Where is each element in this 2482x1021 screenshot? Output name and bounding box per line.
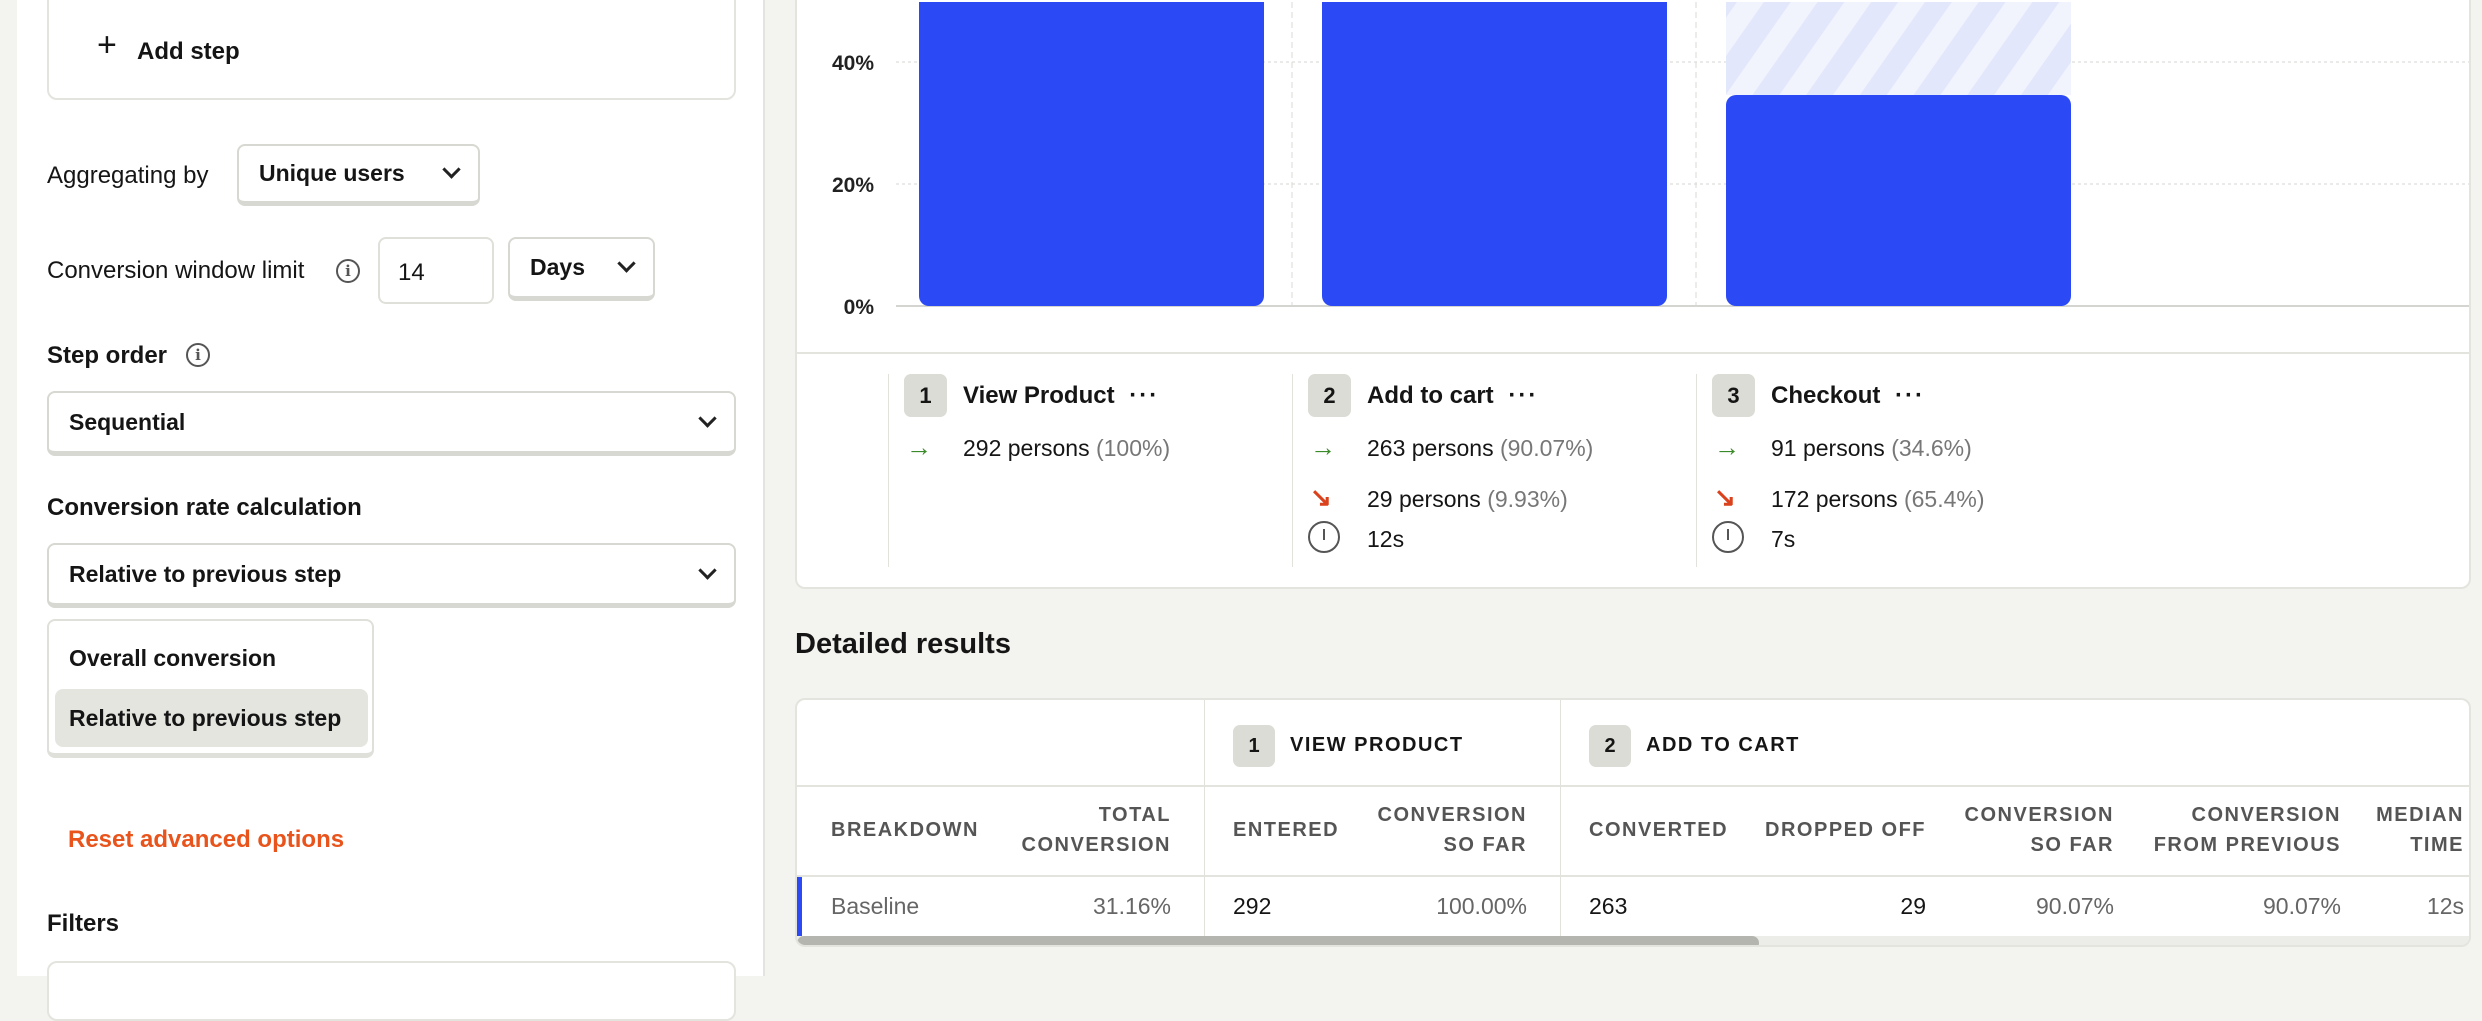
column-header[interactable]: CONVERSION FROM PREVIOUS (2154, 800, 2341, 860)
table-cell: 31.16% (1092, 893, 1171, 919)
chevron-down-icon (617, 254, 636, 273)
funnel-bar-chart: 0% 20% 40% (832, 2, 2469, 319)
table-cell: Baseline (831, 893, 920, 919)
column-header[interactable]: MEDIAN TIME (2376, 800, 2464, 860)
table-cell: 90.07% (2262, 893, 2341, 919)
more-icon[interactable]: ··· (1508, 382, 1538, 409)
y-tick-label: 0% (844, 296, 875, 319)
bar-view-product (919, 2, 1264, 306)
window-input[interactable]: 14 (378, 237, 494, 304)
aggregating-label: Aggregating by (47, 162, 209, 189)
arrow-right-icon: → (906, 432, 932, 462)
calc-value: Relative to previous step (69, 560, 342, 587)
clock-icon (1712, 521, 1744, 553)
table-cell: 263 (1589, 893, 1628, 919)
horizontal-scrollbar[interactable] (797, 936, 2469, 945)
results-table: 1 VIEW PRODUCT 2 ADD TO CART BREAKDOWN Baseli… (795, 698, 2471, 947)
aggregating-dropdown[interactable]: Unique users (237, 144, 480, 206)
window-unit-value: Days (530, 254, 585, 280)
window-label: Conversion window limit (47, 257, 305, 284)
step-name: Checkout ··· (1771, 382, 1925, 409)
table-cell: 12s (2426, 893, 2464, 919)
arrow-right-icon: → (1310, 432, 1336, 462)
more-icon[interactable]: ··· (1129, 382, 1159, 409)
bar-add-to-cart (1322, 2, 1667, 306)
chart-divider (797, 352, 2469, 354)
table-cell: 100.00% (1436, 893, 1527, 919)
group-header: VIEW PRODUCT (1290, 734, 1464, 756)
step-separator (1292, 374, 1293, 567)
reset-advanced-link[interactable]: Reset advanced options (68, 826, 344, 854)
detailed-results-title: Detailed results (795, 628, 1011, 660)
arrow-down-right-icon: ↘ (1310, 482, 1332, 512)
dropoff-hatch (1726, 2, 2071, 95)
column-header[interactable]: CONVERSION SO FAR (1378, 800, 1527, 860)
chevron-down-icon (442, 160, 461, 179)
info-icon[interactable]: i (336, 259, 360, 283)
table-cell: 29 (1900, 893, 1926, 919)
column-header[interactable]: CONVERSION SO FAR (1965, 800, 2114, 860)
menu-item-overall[interactable]: Overall conversion (69, 645, 276, 672)
info-icon[interactable]: i (186, 343, 210, 367)
step-separator (1696, 374, 1697, 567)
scrollbar-thumb[interactable] (797, 936, 1759, 945)
column-header[interactable]: ENTERED (1233, 815, 1339, 845)
group-number-badge: 1 (1233, 725, 1275, 767)
median-time: 7s (1771, 526, 1796, 552)
more-icon[interactable]: ··· (1895, 382, 1925, 409)
converted-count: 292 persons (100%) (963, 435, 1171, 461)
add-step-button[interactable]: Add step (137, 38, 240, 66)
series-color-marker (797, 877, 802, 936)
funnel-chart-card: 0% 20% 40% 1 View Product ··· → 292 person… (795, 0, 2471, 589)
step-order-label: Step order (47, 342, 168, 369)
step-number-badge: 3 (1712, 374, 1755, 417)
group-number-badge: 2 (1589, 725, 1631, 767)
bar-checkout (1726, 94, 2071, 306)
aggregating-value: Unique users (259, 160, 405, 186)
chevron-down-icon (698, 560, 717, 580)
step-order-select[interactable]: Sequential (47, 391, 736, 456)
calc-label: Conversion rate calculation (47, 494, 362, 521)
converted-count: 91 persons (34.6%) (1771, 435, 1972, 461)
plus-icon: + (97, 26, 117, 64)
dropped-count: 29 persons (9.93%) (1367, 486, 1568, 512)
table-cell: 292 (1233, 893, 1272, 919)
group-header: ADD TO CART (1646, 734, 1800, 756)
filters-label: Filters (47, 910, 120, 937)
median-time: 12s (1367, 526, 1405, 552)
add-step-card[interactable]: + Add step (47, 0, 736, 100)
filters-card[interactable] (47, 961, 736, 1021)
step-number-badge: 2 (1308, 374, 1351, 417)
clock-icon (1308, 521, 1340, 553)
arrow-down-right-icon: ↘ (1714, 482, 1736, 512)
dropped-count: 172 persons (65.4%) (1771, 486, 1985, 512)
group-separator (1204, 700, 1205, 936)
y-tick-label: 20% (832, 174, 874, 197)
calc-options-menu: Overall conversion Relative to previous … (47, 619, 374, 758)
step-order-value: Sequential (69, 408, 186, 435)
step-name: View Product ··· (963, 382, 1160, 409)
window-unit-dropdown[interactable]: Days (508, 237, 655, 301)
column-header[interactable]: CONVERTED (1589, 815, 1728, 845)
converted-count: 263 persons (90.07%) (1367, 435, 1594, 461)
step-number-badge: 1 (904, 374, 947, 417)
table-cell: 90.07% (2035, 893, 2114, 919)
arrow-right-icon: → (1714, 432, 1740, 462)
step-name: Add to cart ··· (1367, 382, 1539, 409)
column-header[interactable]: BREAKDOWN (831, 815, 979, 845)
chevron-down-icon (698, 408, 717, 428)
y-tick-label: 40% (832, 52, 874, 75)
column-header[interactable]: DROPPED OFF (1765, 815, 1926, 845)
calc-select[interactable]: Relative to previous step (47, 543, 736, 608)
menu-item-relative[interactable]: Relative to previous step (55, 689, 368, 747)
column-header[interactable]: TOTAL CONVERSION (1022, 800, 1171, 860)
step-separator (888, 374, 889, 567)
group-separator (1560, 700, 1561, 936)
